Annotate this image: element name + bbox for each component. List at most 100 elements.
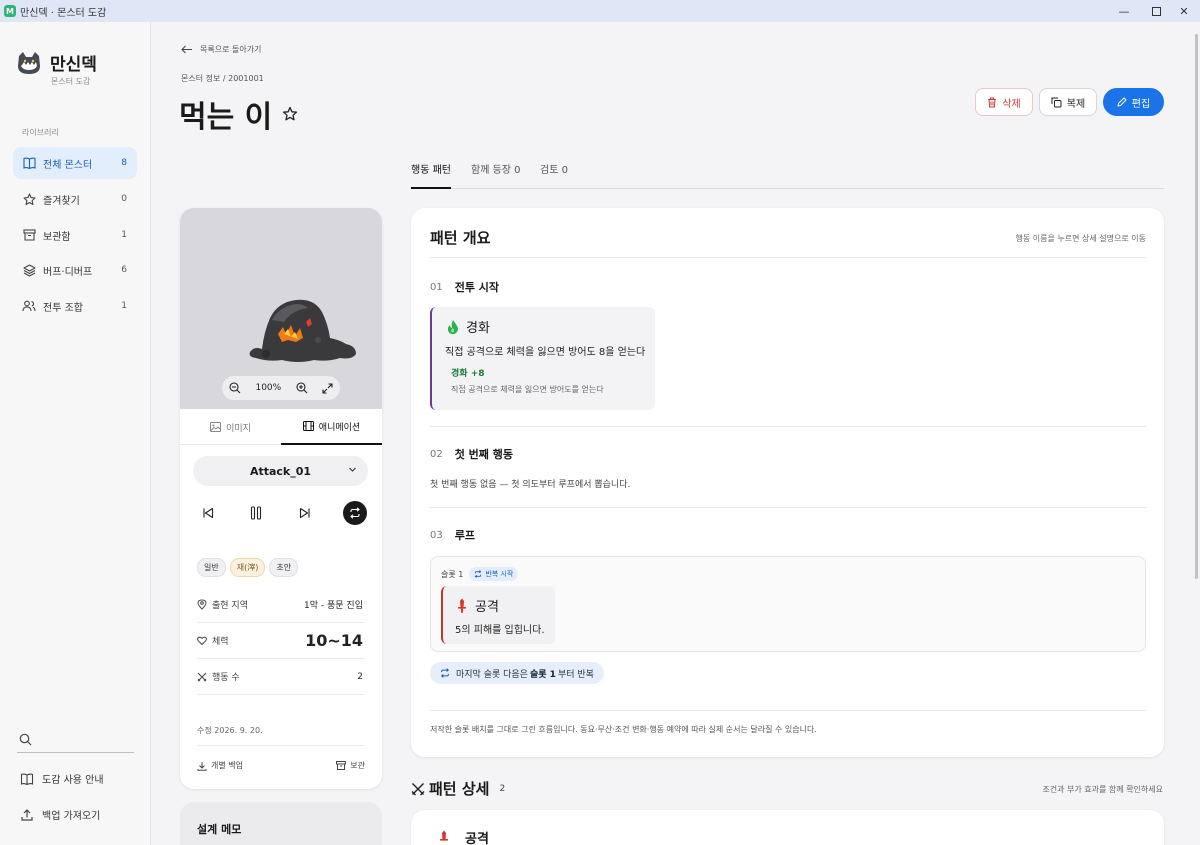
loop-toggle[interactable] <box>343 501 367 525</box>
first-action-note: 첫 번째 행동 없음 — 첫 의도부터 루프에서 뽑습니다. <box>430 480 631 490</box>
animation-select[interactable]: Attack_01 <box>193 456 368 486</box>
zoom-out-icon[interactable] <box>229 382 241 394</box>
step-number: 03 <box>430 529 443 541</box>
sidebar-item-all-monsters[interactable]: 전체 몬스터 8 <box>13 147 137 179</box>
swords-icon <box>197 672 207 681</box>
content-tabs: 행동 패턴 함께 등장 0 검토 0 <box>411 152 1164 189</box>
zoom-control: 100% <box>222 376 340 400</box>
buff-name: 경화 <box>466 321 490 336</box>
buff-description: 직접 공격으로 체력을 잃으면 방어도 8을 얻는다 <box>445 347 646 358</box>
import-label: 백업 가져오기 <box>42 811 101 822</box>
tag-draft: 초안 <box>269 558 299 577</box>
location-label: 출현 지역 <box>212 601 248 611</box>
delete-button[interactable]: 삭제 <box>975 88 1033 116</box>
sidebar-item-count: 1 <box>121 230 127 240</box>
tab-appears-with[interactable]: 함께 등장 0 <box>471 161 521 176</box>
section-label: 라이브러리 <box>22 128 59 137</box>
attack-name: 공격 <box>475 600 499 615</box>
pattern-overview-card: 패턴 개요 행동 이름을 누르면 상세 설명으로 이동 01 전투 시작 경화 … <box>411 208 1164 757</box>
sidebar-item-count: 8 <box>121 158 127 168</box>
pencil-icon <box>1117 97 1127 107</box>
download-icon <box>197 761 207 771</box>
trash-icon <box>988 97 997 107</box>
step-battle-start: 01 전투 시작 <box>430 279 499 295</box>
scrollbar[interactable] <box>1193 22 1200 845</box>
brand-name: 만신덱 <box>50 55 97 75</box>
sword-attack-icon <box>440 830 448 841</box>
archive-label: 보관 <box>350 761 365 770</box>
sidebar-item-archive[interactable]: 보관함 1 <box>13 219 137 251</box>
divider <box>430 426 1146 427</box>
sword-attack-icon <box>458 598 466 613</box>
tab-image[interactable]: 이미지 <box>180 409 281 445</box>
duplicate-button[interactable]: 복제 <box>1039 88 1097 116</box>
close-icon[interactable]: ✕ <box>1164 0 1200 22</box>
duplicate-label: 복제 <box>1066 98 1086 110</box>
slot-header: 슬롯 1 반복 시작 <box>441 567 519 581</box>
tab-action-pattern[interactable]: 행동 패턴 <box>411 161 451 176</box>
pattern-detail-title: 패턴 상세 <box>429 780 490 798</box>
step-name: 루프 <box>454 529 475 542</box>
pause-icon <box>250 506 262 520</box>
tag-ash: 재(滓) <box>229 558 266 577</box>
film-icon <box>302 421 314 431</box>
repeat-post: 부터 반복 <box>557 669 594 680</box>
pattern-detail-card[interactable]: 공격 <box>411 810 1164 845</box>
favorite-star-icon[interactable] <box>282 106 298 122</box>
sidebar-item-count: 6 <box>121 265 127 275</box>
import-backup-link[interactable]: 백업 가져오기 <box>20 807 100 822</box>
monster-preview[interactable]: 100% <box>180 208 382 409</box>
archive-button[interactable]: 보관 <box>336 760 365 771</box>
archive-box-icon <box>336 761 347 770</box>
repeat-start-label: 반복 시작 <box>485 570 514 578</box>
attack-description: 5의 피해를 입힙니다. <box>455 625 545 636</box>
pattern-footer-note: 저작한 슬롯 배치를 그대로 그린 흐름입니다. 동요·무산·조건 변화·행동 … <box>430 725 817 734</box>
crossed-swords-icon <box>411 782 425 795</box>
backup-button[interactable]: 개별 백업 <box>197 760 243 771</box>
pattern-overview-title: 패턴 개요 <box>430 229 491 247</box>
detail-action-name: 공격 <box>465 832 489 845</box>
upload-icon <box>21 808 33 821</box>
archive-icon <box>22 228 36 242</box>
tab-review[interactable]: 검토 0 <box>540 161 568 176</box>
divider <box>430 710 1146 711</box>
guide-label: 도감 사용 안내 <box>42 775 104 786</box>
app-icon: M <box>4 5 16 17</box>
sidebar-item-combat-combos[interactable]: 전투 조합 1 <box>13 290 137 322</box>
step-loop: 03 루프 <box>430 527 475 543</box>
zoom-in-icon[interactable] <box>295 382 308 394</box>
edit-button[interactable]: 편집 <box>1103 88 1164 116</box>
memo-title: 설계 메모 <box>197 823 242 836</box>
page-title-row: 먹는 이 <box>179 92 298 136</box>
sidebar-item-buffs[interactable]: 버프·디버프 6 <box>13 254 137 286</box>
window-title: 만신덱 · 몬스터 도감 <box>20 7 107 19</box>
slot-label: 슬롯 1 <box>441 569 464 579</box>
back-link[interactable]: 목록으로 돌아가기 <box>181 44 261 55</box>
action-attack[interactable]: 공격 5의 피해를 입힙니다. <box>441 586 555 644</box>
info-actions: 행동 수 2 <box>197 659 365 695</box>
sidebar-item-favorites[interactable]: 즐겨찾기 0 <box>13 183 137 215</box>
scrollbar-thumb[interactable] <box>1195 34 1198 579</box>
buff-hardening[interactable]: 경화 직접 공격으로 체력을 잃으면 방어도 8을 얻는다 경화 +8 직접 공… <box>430 307 655 410</box>
sidebar-item-label: 버프·디버프 <box>43 266 93 278</box>
sidebar-item-count: 0 <box>121 194 127 204</box>
previous-frame-button[interactable] <box>196 501 220 525</box>
guide-link[interactable]: 도감 사용 안내 <box>20 771 104 786</box>
copy-icon <box>1051 97 1062 107</box>
edit-label: 편집 <box>1131 98 1151 110</box>
slot-box: 슬롯 1 반복 시작 공격 5의 피해를 입힙니다. <box>430 556 1146 652</box>
sidebar-search[interactable] <box>17 729 134 753</box>
pattern-detail-hint: 조건과 부가 효과를 함께 확인하세요 <box>1042 785 1163 794</box>
design-memo-card[interactable]: 설계 메모 <box>180 802 382 845</box>
sidebar: 만신덱 몬스터 도감 라이브러리 전체 몬스터 8 즐겨찾기 0 보관함 1 버… <box>0 22 151 845</box>
sidebar-item-label: 전투 조합 <box>43 302 83 314</box>
breadcrumb: 몬스터 정보 / 2001001 <box>181 74 264 83</box>
guide-icon <box>20 773 34 785</box>
sidebar-item-label: 보관함 <box>43 231 71 243</box>
tab-animation[interactable]: 애니메이션 <box>281 409 382 445</box>
expand-icon[interactable] <box>322 382 333 394</box>
repeat-icon <box>440 668 450 678</box>
next-frame-button[interactable] <box>293 501 317 525</box>
brand[interactable]: 만신덱 몬스터 도감 <box>16 50 97 86</box>
pause-button[interactable] <box>244 501 268 525</box>
